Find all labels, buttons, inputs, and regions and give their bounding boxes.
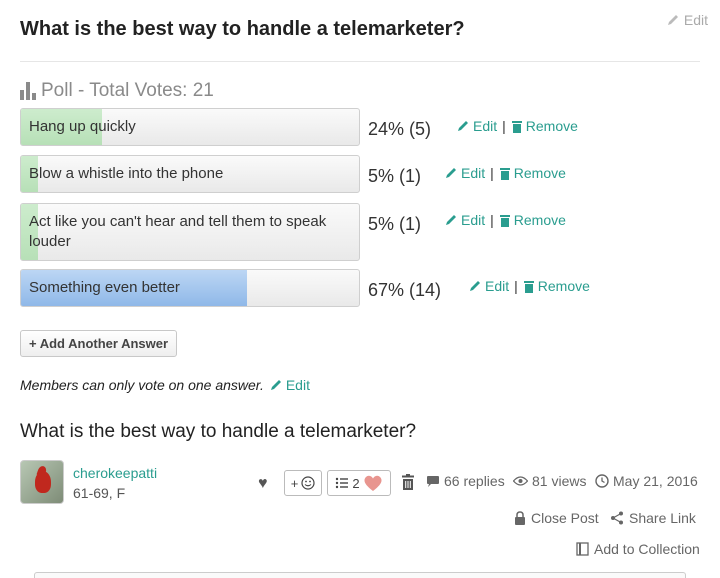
replies-count: 66 replies [444,473,505,489]
page-title: What is the best way to handle a telemar… [20,18,465,40]
lock-icon [515,511,525,525]
pencil-icon [446,168,456,178]
reaction-list-button[interactable]: 2 [327,470,391,496]
pencil-icon [667,15,678,25]
pencil-icon [470,281,480,291]
poll-option-actions: Edit | Remove [456,118,578,134]
replies-stat[interactable]: 66 replies [426,473,505,489]
smiley-icon [301,476,315,490]
trash-icon [523,281,534,293]
poll-option-label: Blow a whistle into the phone [29,165,224,182]
remove-option-link[interactable]: Remove [526,118,578,134]
add-to-collection-label: Add to Collection [594,541,700,557]
poll-option[interactable]: Act like you can't hear and tell them to… [20,203,360,261]
heart-icon [364,475,382,491]
author-meta: 61-69, F [73,485,126,501]
poll-option-result: 5% (1) [368,214,422,234]
edit-option-link[interactable]: Edit [485,278,509,294]
poll-option-result: 24% (5) [368,119,432,139]
poll-option-actions: Edit | Remove [444,165,566,181]
poll-option-label: Hang up quickly [29,118,136,135]
views-stat: 81 views [513,473,586,489]
add-to-collection-button[interactable]: Add to Collection [576,541,700,557]
separator: | [490,165,494,181]
page-edit-button[interactable]: Edit [666,12,708,28]
edit-option-link[interactable]: Edit [473,118,497,134]
poll-header: Poll - Total Votes: 21 [20,80,214,102]
views-count: 81 views [532,473,587,489]
close-post-button[interactable]: Close Post [514,510,599,526]
next-post-edge [34,572,686,578]
divider [20,61,700,62]
poll-option-result: 67% (14) [368,280,442,300]
list-icon [336,477,349,489]
poll-option-actions: Edit | Remove [468,278,590,294]
trash-icon [511,121,522,133]
post-date: May 21, 2016 [613,473,698,489]
add-reaction-button[interactable]: + [284,470,322,496]
poll-option-result: 5% (1) [368,166,422,186]
post-title: What is the best way to handle a telemar… [20,421,417,442]
heart-icon[interactable]: ♥ [258,475,268,493]
separator: | [514,278,518,294]
author-name-link[interactable]: cherokeepatti [73,465,157,481]
members-note-edit-link[interactable]: Edit [269,377,310,393]
clock-icon [595,474,609,488]
bar-chart-icon [20,82,36,100]
pencil-icon [446,215,456,225]
remove-option-link[interactable]: Remove [514,212,566,228]
poll-option[interactable]: Blow a whistle into the phone [20,155,360,193]
add-answer-button[interactable]: + Add Another Answer [20,330,178,357]
cardinal-body [35,471,51,493]
share-link-button[interactable]: Share Link [610,510,696,526]
avatar[interactable] [20,460,64,504]
poll-option[interactable]: Hang up quickly [20,108,360,146]
members-note-edit-label: Edit [285,377,310,393]
poll-option-label: Something even better [29,279,180,296]
pencil-icon [458,121,468,131]
reaction-count: 2 [352,475,360,491]
page-edit-label: Edit [683,12,708,28]
poll-option[interactable]: Something even better [20,269,360,307]
eye-icon [513,476,528,486]
close-post-label: Close Post [531,510,599,526]
members-note: Members can only vote on one answer. Edi… [20,377,310,393]
poll-option-actions: Edit | Remove [444,212,566,228]
edit-option-link[interactable]: Edit [461,165,485,181]
members-note-text: Members can only vote on one answer. [20,377,264,393]
trash-icon [499,215,510,227]
date-stat: May 21, 2016 [595,473,698,489]
separator: | [502,118,506,134]
poll-option-label: Act like you can't hear and tell them to… [29,213,327,250]
book-icon [576,542,589,556]
separator: | [490,212,494,228]
plus-label: + [290,475,299,491]
comment-icon [427,475,439,487]
remove-option-link[interactable]: Remove [514,165,566,181]
poll-heading: Poll - Total Votes: 21 [41,80,214,101]
trash-icon[interactable] [401,474,415,490]
share-link-label: Share Link [629,510,696,526]
pencil-icon [270,380,281,390]
remove-option-link[interactable]: Remove [538,278,590,294]
share-icon [611,511,623,525]
trash-icon [499,168,510,180]
edit-option-link[interactable]: Edit [461,212,485,228]
